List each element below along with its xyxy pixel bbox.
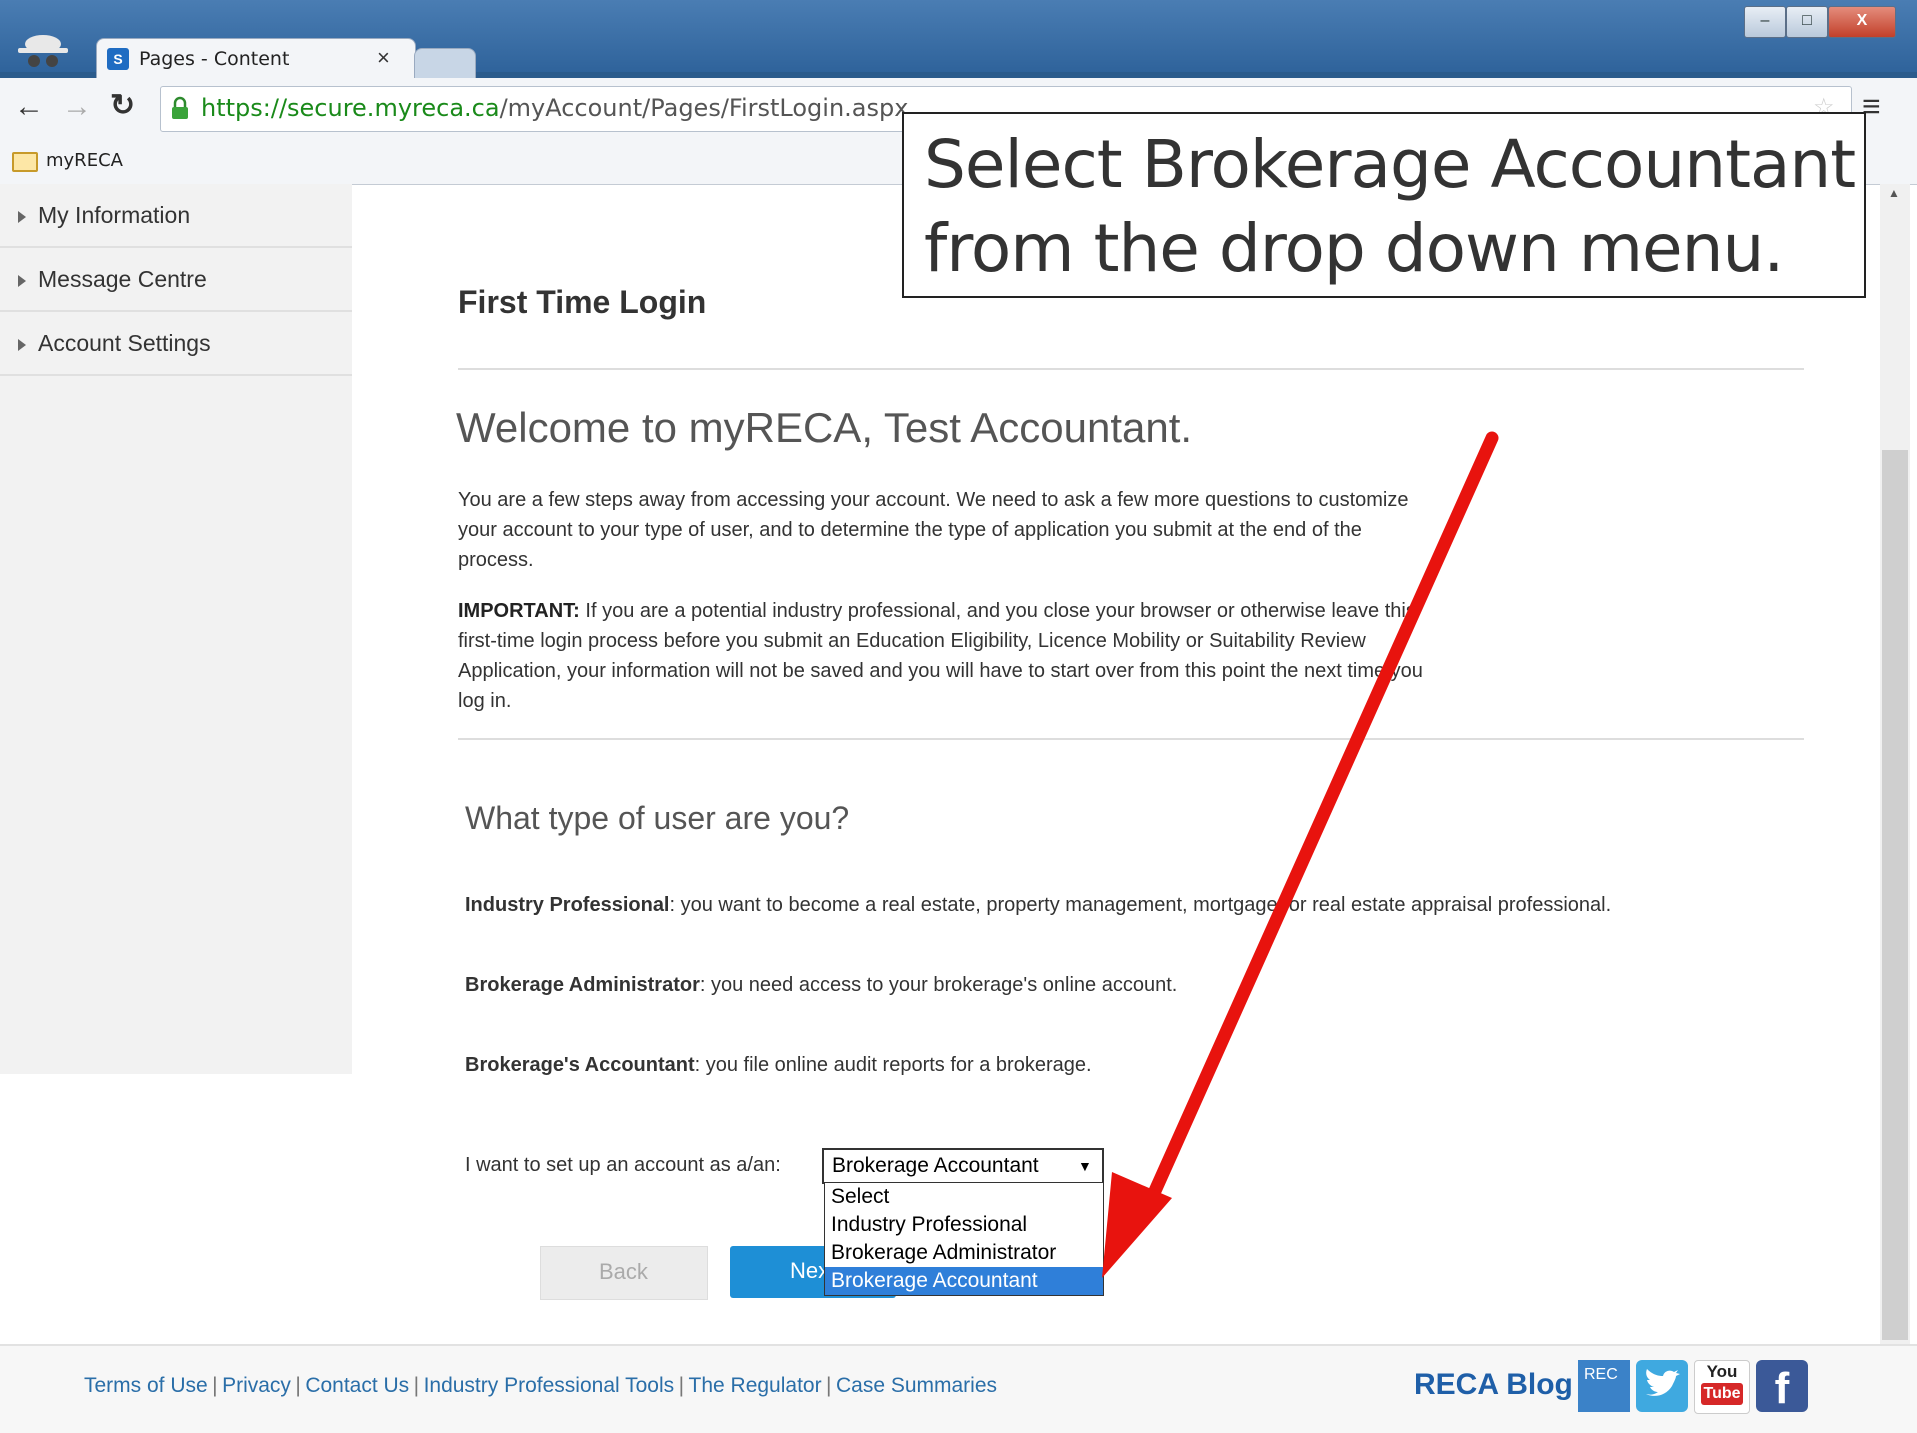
url-path: /myAccount/Pages/FirstLogin.aspx [499, 94, 909, 122]
user-type-question: What type of user are you? [465, 800, 850, 836]
footer-link-case-summaries[interactable]: Case Summaries [836, 1374, 997, 1397]
bookmark-label: myRECA [46, 150, 123, 171]
footer-separator: | [826, 1374, 832, 1397]
divider [458, 368, 1804, 370]
user-type-term: Brokerage's Accountant [465, 1054, 695, 1076]
reca-blog-link[interactable]: RECA Blog [1414, 1368, 1573, 1402]
footer-link-contact[interactable]: Contact Us [305, 1374, 409, 1397]
facebook-letter: f [1774, 1364, 1790, 1413]
user-type-brokerage-administrator: Brokerage Administrator: you need access… [465, 970, 1177, 1000]
reca-blog-icon[interactable]: REC [1578, 1360, 1630, 1412]
user-type-term: Industry Professional [465, 894, 670, 916]
callout-line-1: Select Brokerage Accountant [924, 126, 1856, 203]
footer-link-regulator[interactable]: The Regulator [689, 1374, 822, 1397]
expand-triangle-icon [18, 338, 26, 351]
option-select[interactable]: Select [825, 1183, 1103, 1211]
sharepoint-icon: S [107, 48, 129, 70]
footer-separator: | [678, 1374, 685, 1397]
lock-icon [171, 96, 189, 120]
sidebar: My Information Message Centre Account Se… [0, 184, 352, 1074]
back-button-label: Back [599, 1259, 648, 1284]
important-label: IMPORTANT: [458, 600, 580, 622]
facebook-icon[interactable]: f [1756, 1360, 1808, 1413]
back-arrow-icon[interactable]: ← [14, 90, 44, 124]
callout-line-2: from the drop down menu. [924, 210, 1784, 287]
new-tab-button[interactable] [414, 48, 476, 79]
red-arrow-annotation [1102, 431, 1499, 1278]
tab-title: Pages - Content [139, 48, 290, 70]
footer-link-privacy[interactable]: Privacy [222, 1374, 291, 1397]
url-host: https://secure.myreca.ca [201, 94, 500, 122]
option-brokerage-accountant[interactable]: Brokerage Accountant [825, 1267, 1103, 1295]
maximize-button[interactable]: □ [1786, 6, 1828, 38]
arrow-shaft [1135, 431, 1499, 1227]
sidebar-item-label: Message Centre [38, 266, 207, 292]
url-text: https://secure.myreca.ca/myAccount/Pages… [201, 94, 908, 122]
sidebar-item-label: Account Settings [38, 330, 211, 356]
folder-icon [12, 152, 38, 172]
user-type-term: Brokerage Administrator [465, 974, 700, 996]
footer-separator: | [413, 1374, 420, 1397]
forward-arrow-icon[interactable]: → [62, 90, 92, 124]
youtube-top-text: You [1706, 1362, 1738, 1381]
account-type-dropdown-list: Select Industry Professional Brokerage A… [824, 1182, 1104, 1296]
sidebar-item-account-settings[interactable]: Account Settings [0, 312, 352, 376]
footer-separator: | [212, 1374, 218, 1397]
youtube-bottom-text: Tube [1701, 1383, 1743, 1405]
reload-icon[interactable]: ↻ [110, 88, 135, 123]
account-type-select[interactable]: Brokerage Accountant ▼ [822, 1148, 1104, 1184]
option-industry-professional[interactable]: Industry Professional [825, 1211, 1103, 1239]
footer-link-terms[interactable]: Terms of Use [84, 1374, 208, 1397]
scroll-up-arrow-icon[interactable]: ▲ [1888, 186, 1900, 200]
sidebar-item-message-centre[interactable]: Message Centre [0, 248, 352, 312]
option-brokerage-administrator[interactable]: Brokerage Administrator [825, 1239, 1103, 1267]
footer-link-industry-tools[interactable]: Industry Professional Tools [424, 1374, 675, 1397]
tab-pages-content[interactable]: S Pages - Content × [96, 38, 416, 79]
sidebar-item-label: My Information [38, 202, 191, 228]
footer-separator: | [295, 1374, 301, 1397]
reca-icon-text: REC [1584, 1366, 1618, 1383]
back-button[interactable]: Back [540, 1246, 708, 1300]
twitter-icon[interactable] [1636, 1360, 1688, 1412]
user-type-desc: : you file online audit reports for a br… [694, 1054, 1092, 1076]
sidebar-item-my-information[interactable]: My Information [0, 184, 352, 248]
close-window-button[interactable]: X [1828, 6, 1896, 38]
instruction-callout: Select Brokerage Accountant from the dro… [902, 112, 1866, 298]
account-type-label: I want to set up an account as a/an: [465, 1154, 781, 1176]
scrollbar-thumb[interactable] [1882, 450, 1908, 1340]
footer: Terms of Use | Privacy | Contact Us | In… [0, 1344, 1917, 1433]
minimize-button[interactable]: – [1744, 6, 1786, 38]
user-type-brokerage-accountant: Brokerage's Accountant: you file online … [465, 1050, 1092, 1080]
youtube-icon[interactable]: You Tube [1694, 1360, 1750, 1414]
footer-links: Terms of Use | Privacy | Contact Us | In… [84, 1374, 997, 1398]
page-title: First Time Login [458, 284, 707, 320]
expand-triangle-icon [18, 210, 26, 223]
tab-close-icon[interactable]: × [377, 45, 390, 71]
expand-triangle-icon [18, 274, 26, 287]
select-value: Brokerage Accountant [832, 1154, 1039, 1177]
incognito-icon [14, 28, 72, 72]
